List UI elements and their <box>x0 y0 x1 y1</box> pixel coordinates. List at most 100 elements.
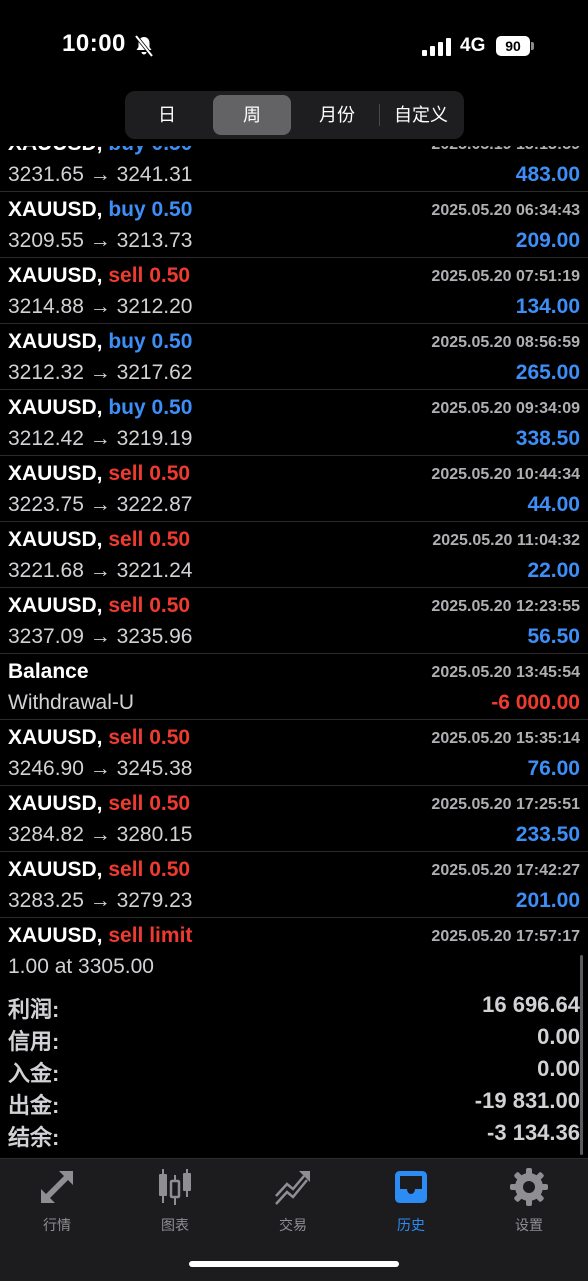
trade-datetime: 2025.05.20 17:42:27 <box>431 862 580 879</box>
trade-symbol-line: XAUUSD, sell 0.50 <box>8 594 190 618</box>
trade-row[interactable]: XAUUSD, sell 0.50 2025.05.20 17:42:27 32… <box>0 852 588 918</box>
trade-row[interactable]: XAUUSD, sell 0.50 2025.05.20 07:51:19 32… <box>0 258 588 324</box>
trade-price: 3212.42 → 3219.19 <box>8 427 193 450</box>
trade-datetime: 2025.05.20 17:57:17 <box>431 928 580 945</box>
trade-datetime: 2025.05.20 07:51:19 <box>431 268 580 285</box>
order-row[interactable]: XAUUSD, sell limit 2025.05.20 17:57:17 1… <box>0 918 588 983</box>
tab-label: 行情 <box>43 1217 71 1233</box>
trade-datetime: 2025.05.20 15:35:14 <box>431 730 580 747</box>
trade-datetime: 2025.05.20 08:56:59 <box>431 334 580 351</box>
balance-amount: -6 000.00 <box>491 691 580 714</box>
trade-profit: 265.00 <box>515 361 580 384</box>
period-tab-custom[interactable]: 自定义 <box>381 95 461 135</box>
summary-value: 16 696.64 <box>482 992 580 1017</box>
period-tab-week[interactable]: 周 <box>213 95 291 135</box>
trade-profit: 338.50 <box>515 427 580 450</box>
tab-quotes[interactable]: 行情 <box>2 1167 112 1237</box>
balance-comment: Withdrawal-U <box>8 691 135 714</box>
trade-row[interactable]: XAUUSD, buy 0.50 2025.05.20 08:56:59 321… <box>0 324 588 390</box>
trade-row[interactable]: XAUUSD, sell 0.50 2025.05.20 17:25:51 32… <box>0 786 588 852</box>
muted-bell-icon <box>134 35 154 57</box>
trade-side: sell <box>108 462 144 485</box>
balance-row[interactable]: Balance 2025.05.20 13:45:54 Withdrawal-U… <box>0 654 588 720</box>
summary-label: 出金: <box>8 1093 60 1118</box>
trade-profit: 209.00 <box>515 229 580 252</box>
trade-side: sell <box>108 858 144 881</box>
trade-symbol: XAUUSD, <box>8 528 103 551</box>
candlestick-chart-icon <box>159 1169 191 1205</box>
period-tab-month[interactable]: 月份 <box>295 95 379 135</box>
tab-label: 设置 <box>515 1217 543 1233</box>
tab-charts[interactable]: 图表 <box>120 1167 230 1237</box>
trade-side: sell <box>108 528 144 551</box>
trade-row[interactable]: XAUUSD, sell 0.50 2025.05.20 15:35:14 32… <box>0 720 588 786</box>
cellular-signal-icon <box>422 38 451 56</box>
period-segmented-control: 日 周 月份 自定义 <box>125 91 464 139</box>
balance-label: Balance <box>8 660 89 683</box>
trade-symbol-line: XAUUSD, sell 0.50 <box>8 792 190 816</box>
trade-trend-icon <box>275 1171 310 1205</box>
trade-symbol: XAUUSD, <box>8 330 103 353</box>
trade-side: buy <box>108 396 146 419</box>
order-volume-price: 1.00 at 3305.00 <box>8 955 154 978</box>
summary-row-profit: 利润: 16 696.64 <box>0 992 588 1024</box>
trade-volume: 0.50 <box>149 594 191 617</box>
summary-value: 0.00 <box>537 1056 580 1081</box>
trade-price: 3237.09 → 3235.96 <box>8 625 193 648</box>
gear-icon <box>510 1168 548 1206</box>
summary-label: 利润: <box>8 997 60 1022</box>
summary-row-credit: 信用: 0.00 <box>0 1024 588 1056</box>
trade-symbol-line: XAUUSD, sell 0.50 <box>8 264 190 288</box>
trade-price: 3212.32 → 3217.62 <box>8 361 193 384</box>
trade-symbol: XAUUSD, <box>8 792 103 815</box>
trade-row[interactable]: XAUUSD, sell 0.50 2025.05.20 10:44:34 32… <box>0 456 588 522</box>
summary-label: 信用: <box>8 1029 60 1054</box>
trade-volume: 0.50 <box>151 330 193 353</box>
trade-row[interactable]: XAUUSD, buy 0.50 2025.05.20 06:34:43 320… <box>0 192 588 258</box>
status-time: 10:00 <box>62 30 126 57</box>
trade-symbol: XAUUSD, <box>8 198 103 221</box>
trade-symbol-line: XAUUSD, sell 0.50 <box>8 528 190 552</box>
tab-settings[interactable]: 设置 <box>474 1167 584 1237</box>
trade-profit: 76.00 <box>527 757 580 780</box>
tab-label: 交易 <box>279 1217 307 1233</box>
summary-value: 0.00 <box>537 1024 580 1049</box>
trade-symbol: XAUUSD, <box>8 858 103 881</box>
trade-volume: 0.50 <box>149 462 191 485</box>
trade-symbol: XAUUSD, <box>8 264 103 287</box>
home-indicator[interactable] <box>189 1261 399 1267</box>
trade-row[interactable]: XAUUSD, buy 0.50 2025.05.20 09:34:09 321… <box>0 390 588 456</box>
battery-icon: 90 <box>496 36 534 56</box>
trade-price: 3223.75 → 3222.87 <box>8 493 193 516</box>
trade-volume: 0.50 <box>149 858 191 881</box>
trade-history-list[interactable]: XAUUSD, buy 0.50 2025.05.19 13:13:59 323… <box>0 126 588 983</box>
account-summary: 利润: 16 696.64 信用: 0.00 入金: 0.00 出金: -19 … <box>0 990 588 1155</box>
trade-price: 3214.88 → 3212.20 <box>8 295 193 318</box>
trade-side: sell <box>108 792 144 815</box>
quotes-arrows-icon <box>41 1171 73 1203</box>
trade-symbol: XAUUSD, <box>8 594 103 617</box>
trade-symbol-line: XAUUSD, buy 0.50 <box>8 330 192 354</box>
trade-profit: 201.00 <box>515 889 580 912</box>
trade-datetime: 2025.05.20 13:45:54 <box>431 664 580 681</box>
trade-volume: 0.50 <box>149 792 191 815</box>
trade-volume: 0.50 <box>149 528 191 551</box>
summary-value: -19 831.00 <box>474 1088 580 1113</box>
trade-symbol: XAUUSD, <box>8 924 103 947</box>
tab-trade[interactable]: 交易 <box>238 1167 348 1237</box>
trade-row[interactable]: XAUUSD, sell 0.50 2025.05.20 11:04:32 32… <box>0 522 588 588</box>
summary-row-balance: 结余: -3 134.36 <box>0 1120 588 1152</box>
network-type: 4G <box>460 35 486 56</box>
trade-symbol-line: XAUUSD, sell 0.50 <box>8 726 190 750</box>
trade-datetime: 2025.05.20 12:23:55 <box>431 598 580 615</box>
trade-datetime: 2025.05.20 06:34:43 <box>431 202 580 219</box>
history-inbox-icon <box>395 1171 427 1203</box>
tab-history[interactable]: 历史 <box>356 1167 466 1237</box>
period-tab-day[interactable]: 日 <box>129 95 205 135</box>
summary-row-withdrawal: 出金: -19 831.00 <box>0 1088 588 1120</box>
trade-row[interactable]: XAUUSD, sell 0.50 2025.05.20 12:23:55 32… <box>0 588 588 654</box>
period-bar: 日 周 月份 自定义 <box>0 88 588 146</box>
summary-label: 结余: <box>8 1125 60 1150</box>
trade-price: 3246.90 → 3245.38 <box>8 757 193 780</box>
trade-symbol: XAUUSD, <box>8 726 103 749</box>
